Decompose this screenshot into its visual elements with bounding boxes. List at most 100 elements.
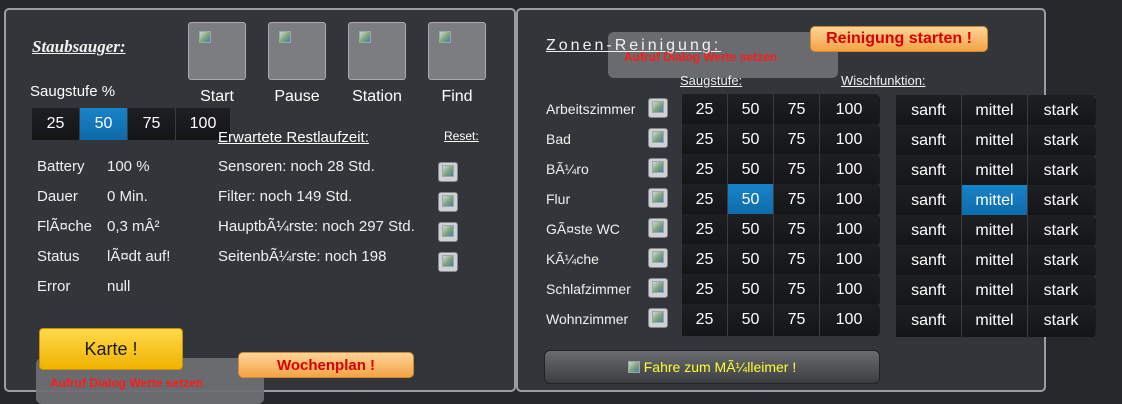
room-suction-option-50[interactable]: 50: [728, 124, 774, 156]
reset-label: Reset:: [444, 129, 479, 143]
pause-icon: [279, 31, 291, 43]
room-suction-option-100[interactable]: 100: [820, 94, 878, 126]
room-mop-option-mittel[interactable]: mittel: [962, 215, 1028, 247]
room-name: KÃ¼che: [546, 251, 599, 267]
room-mop-option-sanft[interactable]: sanft: [896, 95, 962, 127]
station-button[interactable]: [348, 22, 406, 80]
suction-option-50[interactable]: 50: [80, 108, 128, 140]
room-mop-selector: sanft mittel stark: [896, 305, 1096, 337]
room-suction-option-50[interactable]: 50: [728, 214, 774, 246]
room-suction-option-25[interactable]: 25: [682, 214, 728, 246]
find-button[interactable]: [428, 22, 486, 80]
room-select-icon[interactable]: [648, 218, 668, 238]
room-suction-option-100[interactable]: 100: [820, 304, 878, 336]
room-suction-option-50[interactable]: 50: [728, 184, 774, 216]
room-suction-option-75[interactable]: 75: [774, 124, 820, 156]
room-mop-option-stark[interactable]: stark: [1028, 215, 1094, 247]
room-mop-option-sanft[interactable]: sanft: [896, 275, 962, 307]
reset-image-icon: [442, 255, 454, 267]
room-select-icon[interactable]: [648, 98, 668, 118]
room-mop-option-mittel[interactable]: mittel: [962, 95, 1028, 127]
room-suction-option-75[interactable]: 75: [774, 214, 820, 246]
room-mop-option-mittel[interactable]: mittel: [962, 155, 1028, 187]
room-mop-option-stark[interactable]: stark: [1028, 275, 1094, 307]
room-suction-option-75[interactable]: 75: [774, 244, 820, 276]
room-suction-option-50[interactable]: 50: [728, 244, 774, 276]
room-mop-option-mittel[interactable]: mittel: [962, 275, 1028, 307]
room-mop-option-sanft[interactable]: sanft: [896, 245, 962, 277]
room-suction-option-50[interactable]: 50: [728, 274, 774, 306]
room-suction-option-25[interactable]: 25: [682, 304, 728, 336]
vacuum-panel: Staubsauger: Start Pause Station Find Sa…: [4, 8, 516, 404]
room-select-icon[interactable]: [648, 248, 668, 268]
room-suction-option-50[interactable]: 50: [728, 94, 774, 126]
map-button[interactable]: Karte !: [39, 328, 183, 370]
station-label: Station: [352, 88, 402, 105]
room-select-icon[interactable]: [648, 128, 668, 148]
room-suction-option-25[interactable]: 25: [682, 94, 728, 126]
suction-option-75[interactable]: 75: [128, 108, 176, 140]
room-suction-option-100[interactable]: 100: [820, 214, 878, 246]
go-to-trash-button[interactable]: Fahre zum MÃ¼lleimer !: [544, 350, 880, 384]
room-mop-option-mittel[interactable]: mittel: [962, 185, 1028, 217]
room-mop-option-sanft[interactable]: sanft: [896, 155, 962, 187]
remaining-title: Erwartete Restlaufzeit:: [218, 129, 369, 146]
reset-icon[interactable]: [438, 162, 458, 182]
reset-image-icon: [442, 225, 454, 237]
dialog-text-right: Aufruf Dialog Werte setzen: [624, 50, 778, 64]
room-suction-option-75[interactable]: 75: [774, 304, 820, 336]
room-suction-option-100[interactable]: 100: [820, 154, 878, 186]
room-mop-option-sanft[interactable]: sanft: [896, 215, 962, 247]
room-suction-option-75[interactable]: 75: [774, 94, 820, 126]
start-button[interactable]: [188, 22, 246, 80]
room-suction-option-75[interactable]: 75: [774, 184, 820, 216]
room-mop-option-mittel[interactable]: mittel: [962, 305, 1028, 337]
reset-icon[interactable]: [438, 192, 458, 212]
room-suction-option-100[interactable]: 100: [820, 124, 878, 156]
room-select-icon[interactable]: [648, 308, 668, 328]
room-suction-option-100[interactable]: 100: [820, 244, 878, 276]
room-mop-selector: sanft mittel stark: [896, 185, 1096, 217]
room-suction-option-25[interactable]: 25: [682, 154, 728, 186]
trash-icon: [627, 361, 640, 373]
station-icon: [359, 31, 371, 43]
room-mop-option-stark[interactable]: stark: [1028, 155, 1094, 187]
room-mop-selector: sanft mittel stark: [896, 275, 1096, 307]
room-mop-option-stark[interactable]: stark: [1028, 125, 1094, 157]
room-mop-option-stark[interactable]: stark: [1028, 305, 1094, 337]
room-mop-option-sanft[interactable]: sanft: [896, 185, 962, 217]
pause-button[interactable]: [268, 22, 326, 80]
room-mop-option-stark[interactable]: stark: [1028, 95, 1094, 127]
room-mop-option-mittel[interactable]: mittel: [962, 245, 1028, 277]
room-suction-option-50[interactable]: 50: [728, 304, 774, 336]
suction-option-25[interactable]: 25: [32, 108, 80, 140]
room-suction-option-25[interactable]: 25: [682, 124, 728, 156]
weekplan-button[interactable]: Wochenplan !: [238, 352, 414, 378]
room-mop-option-stark[interactable]: stark: [1028, 185, 1094, 217]
room-select-icon[interactable]: [648, 278, 668, 298]
room-select-icon[interactable]: [648, 158, 668, 178]
room-suction-option-25[interactable]: 25: [682, 184, 728, 216]
mop-header: Wischfunktion:: [841, 73, 926, 88]
stat-label: Error: [37, 278, 71, 295]
start-cleaning-button[interactable]: Reinigung starten !: [810, 26, 988, 52]
room-suction-option-100[interactable]: 100: [820, 184, 878, 216]
room-suction-option-75[interactable]: 75: [774, 154, 820, 186]
reset-icon[interactable]: [438, 222, 458, 242]
start-label: Start: [200, 88, 234, 105]
room-suction-option-25[interactable]: 25: [682, 274, 728, 306]
room-mop-option-sanft[interactable]: sanft: [896, 125, 962, 157]
room-suction-option-50[interactable]: 50: [728, 154, 774, 186]
room-select-icon[interactable]: [648, 188, 668, 208]
room-name: Wohnzimmer: [546, 311, 629, 327]
room-mop-option-sanft[interactable]: sanft: [896, 305, 962, 337]
room-suction-option-75[interactable]: 75: [774, 274, 820, 306]
reset-image-icon: [442, 165, 454, 177]
room-mop-option-stark[interactable]: stark: [1028, 245, 1094, 277]
room-suction-option-25[interactable]: 25: [682, 244, 728, 276]
reset-icon[interactable]: [438, 252, 458, 272]
stat-value: 100 %: [107, 158, 150, 175]
room-mop-option-mittel[interactable]: mittel: [962, 125, 1028, 157]
room-suction-option-100[interactable]: 100: [820, 274, 878, 306]
room-name: Arbeitszimmer: [546, 101, 636, 117]
